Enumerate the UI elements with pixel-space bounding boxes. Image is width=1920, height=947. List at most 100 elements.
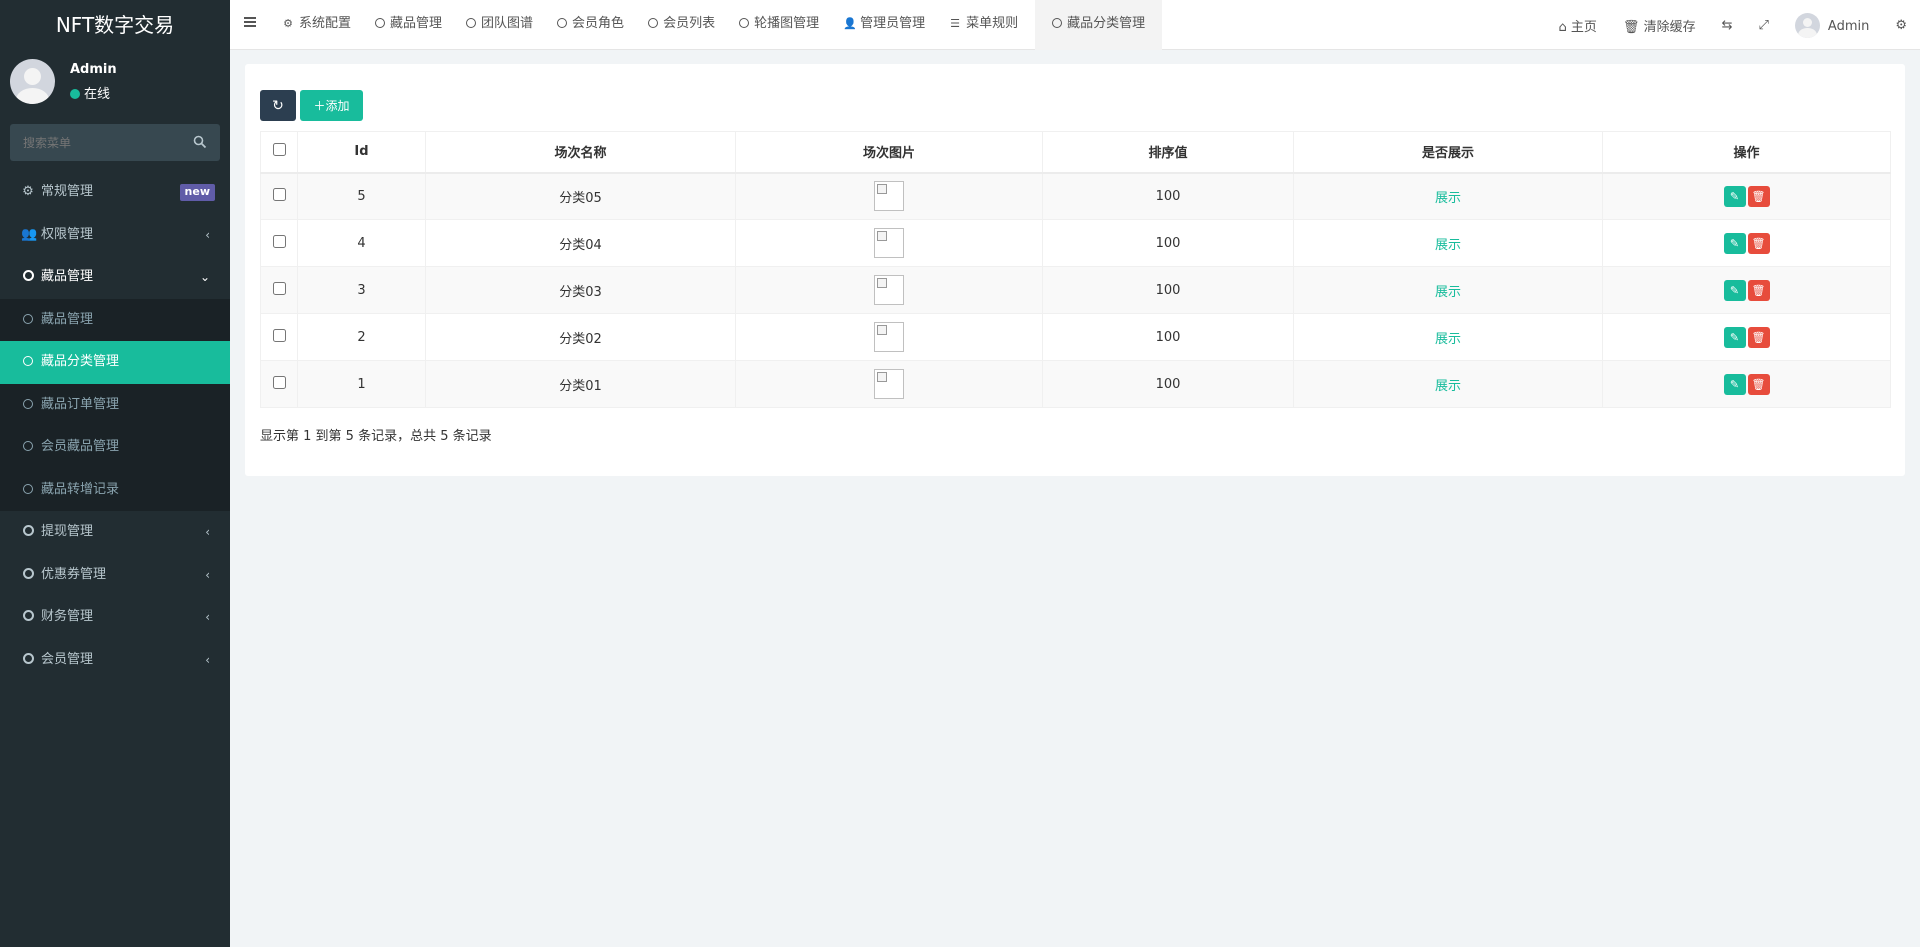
circle-icon [22,525,34,536]
col-header-name[interactable]: 场次名称 [425,131,736,174]
user-icon: 👤 [843,17,857,30]
user-name: Admin [70,62,117,77]
sidebar-item-member[interactable]: 会员管理 ‹ [0,639,230,682]
tab-collection-category[interactable]: 藏品分类管理 [1035,0,1163,50]
sidebar-item-withdraw[interactable]: 提现管理 ‹ [0,511,230,554]
delete-button[interactable]: 🗑 [1747,232,1770,254]
edit-button[interactable]: ✎ [1723,373,1746,395]
broken-image-icon[interactable] [874,275,904,305]
circle-icon [648,18,659,28]
sidebar-toggle-icon[interactable] [244,17,256,27]
fullscreen-icon[interactable]: ⤢ [1746,18,1782,33]
sidebar: NFT数字交易 Admin 在线 ⚙常规管理 new 👥权限管理 ‹ 藏品管理 … [0,0,230,947]
col-header-sort[interactable]: 排序值 [1042,131,1294,174]
nav-right: ⌂ 主页 🗑 清除缓存 ⇆ ⤢ Admin ⚙ [1546,0,1920,50]
tab-admin[interactable]: 👤 管理员管理 [836,0,942,50]
tab-system-config[interactable]: ⚙ 系统配置 [275,0,368,50]
search-icon[interactable] [193,135,207,149]
sidebar-item-collection[interactable]: 藏品管理 ⌄ [0,256,230,299]
refresh-icon: ↻ [272,97,284,114]
collection-submenu: 藏品管理 藏品分类管理 藏品订单管理 会员藏品管理 藏品转增记录 [0,298,230,512]
edit-button[interactable]: ✎ [1723,326,1746,348]
sidebar-item-permission[interactable]: 👥 权限管理 ‹ [0,214,230,257]
row-checkbox[interactable] [272,328,286,342]
menu-search-input[interactable] [10,124,220,161]
tab-member-role[interactable]: 会员角色 [550,0,641,50]
nav-tabs: ⚙ 系统配置 藏品管理 团队图谱 会员角色 会员列表 轮播图管理 👤 管理员管理 ☰… [275,0,1163,50]
cogs-icon[interactable]: ⚙ [1882,18,1920,33]
avatar [10,59,55,104]
cell-show[interactable]: 展示 [1293,360,1603,408]
row-checkbox[interactable] [272,281,286,295]
refresh-button[interactable]: ↻ [260,90,296,121]
tab-team-graph[interactable]: 团队图谱 [459,0,550,50]
tab-menu-rules[interactable]: ☰ 菜单规则 [942,0,1035,50]
tab-collection[interactable]: 藏品管理 [368,0,459,50]
toolbar: ↻ ＋添加 [260,90,363,121]
cell-name: 分类03 [425,266,736,314]
brand-logo[interactable]: NFT数字交易 [0,0,230,50]
new-badge: new [179,184,215,201]
plus-icon: ＋ [313,99,326,113]
sidebar-subitem-orders[interactable]: 藏品订单管理 [0,384,230,427]
cell-show[interactable]: 展示 [1293,313,1603,361]
circle-icon [466,18,477,28]
edit-button[interactable]: ✎ [1723,185,1746,207]
home-link[interactable]: ⌂ 主页 [1546,16,1610,35]
circle-icon [739,18,750,28]
category-table: Id 场次名称 场次图片 排序值 是否展示 操作 5 分类05 100 展示 ✎… [260,131,1891,408]
broken-image-icon[interactable] [874,369,904,399]
chevron-left-icon: ‹ [205,610,210,624]
circle-icon [23,398,33,409]
table-row: 4 分类04 100 展示 ✎ 🗑 [260,219,1891,267]
cogs-icon: ⚙ [22,184,34,199]
cell-id: 5 [297,172,426,220]
cell-show[interactable]: 展示 [1293,266,1603,314]
row-checkbox[interactable] [272,187,286,201]
cell-show[interactable]: 展示 [1293,172,1603,220]
edit-button[interactable]: ✎ [1723,279,1746,301]
tab-carousel[interactable]: 轮播图管理 [732,0,836,50]
bars-icon: ☰ [950,17,961,30]
circle-icon [22,610,34,621]
admin-menu[interactable]: Admin [1782,12,1882,38]
sidebar-subitem-transfer[interactable]: 藏品转增记录 [0,469,230,512]
content-panel: ↻ ＋添加 Id 场次名称 场次图片 排序值 是否展示 操作 5 分类05 10… [245,64,1905,476]
sidebar-subitem-collection[interactable]: 藏品管理 [0,299,230,342]
tab-member-list[interactable]: 会员列表 [641,0,732,50]
broken-image-icon[interactable] [874,228,904,258]
cell-show[interactable]: 展示 [1293,219,1603,267]
row-checkbox[interactable] [272,234,286,248]
delete-button[interactable]: 🗑 [1747,279,1770,301]
row-checkbox[interactable] [272,375,286,389]
cell-id: 3 [297,266,426,314]
delete-button[interactable]: 🗑 [1747,185,1770,207]
sidebar-subitem-member-collection[interactable]: 会员藏品管理 [0,426,230,469]
sidebar-item-general[interactable]: ⚙ 常规管理 new [0,171,230,214]
cell-name: 分类04 [425,219,736,267]
online-dot-icon [70,89,80,99]
circle-icon [375,18,386,28]
cell-sort: 100 [1042,172,1294,220]
edit-button[interactable]: ✎ [1723,232,1746,254]
circle-icon [23,313,33,324]
language-icon[interactable]: ⇆ [1709,18,1746,33]
avatar [1794,12,1820,38]
cell-name: 分类01 [425,360,736,408]
users-icon: 👥 [21,226,38,242]
col-header-image[interactable]: 场次图片 [735,131,1043,174]
delete-button[interactable]: 🗑 [1747,326,1770,348]
sidebar-item-coupon[interactable]: 优惠券管理 ‹ [0,554,230,597]
clear-cache-button[interactable]: 🗑 清除缓存 [1610,16,1709,35]
select-all-checkbox[interactable] [272,143,286,157]
col-header-id[interactable]: Id [297,131,426,174]
broken-image-icon[interactable] [874,322,904,352]
col-header-show[interactable]: 是否展示 [1293,131,1603,174]
broken-image-icon[interactable] [874,181,904,212]
sidebar-item-finance[interactable]: 财务管理 ‹ [0,596,230,639]
user-status: 在线 [70,83,110,102]
sidebar-subitem-category[interactable]: 藏品分类管理 [0,341,230,384]
chevron-left-icon: ‹ [205,652,210,667]
add-button[interactable]: ＋添加 [300,90,363,121]
delete-button[interactable]: 🗑 [1747,373,1770,395]
